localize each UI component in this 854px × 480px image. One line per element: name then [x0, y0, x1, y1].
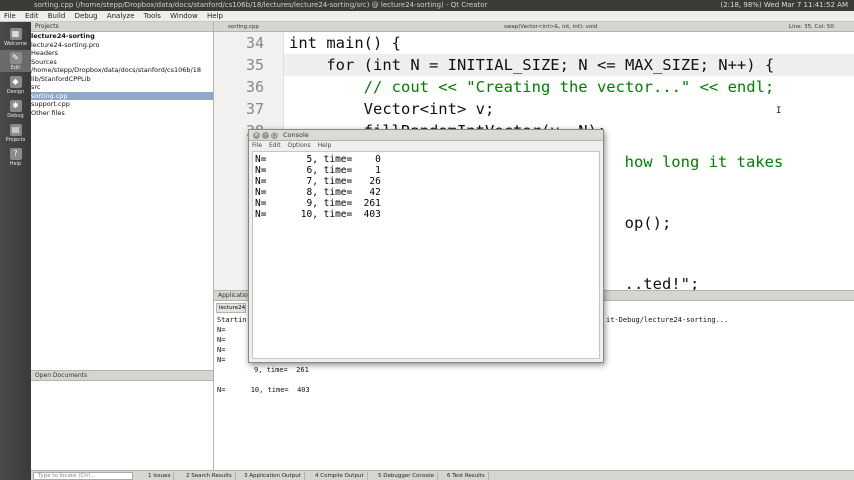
tab-debugger-console[interactable]: 5 Debugger Console [375, 472, 439, 480]
console-row: N= 5, time= 0 [255, 154, 381, 165]
editor-file-tab[interactable]: sorting.cpp [228, 22, 259, 32]
projects-icon: ▤ [9, 124, 22, 136]
qt-creator-window: sorting.cpp (/home/stepp/Dropbox/data/do… [0, 0, 854, 480]
console-row: N= 7, time= 26 [255, 176, 381, 187]
tree-item-folder[interactable]: /home/stepp/Dropbox/data/docs/stanford/c… [31, 66, 213, 75]
menu-debug[interactable]: Debug [75, 12, 98, 20]
output-start-path: it-Debug/lecture24-sorting... [606, 316, 729, 324]
output-line: N= [217, 326, 226, 334]
maximize-icon[interactable]: □ [271, 132, 278, 139]
tab-issues[interactable]: 1 Issues [145, 472, 175, 480]
tab-search-results[interactable]: 2 Search Results [183, 472, 236, 480]
output-line-9: 9, time= 261 [254, 366, 309, 374]
function-selector[interactable]: swap(Vector<int>&, int, int): void [504, 22, 597, 32]
menu-analyze[interactable]: Analyze [107, 12, 135, 20]
console-row: N= 9, time= 261 [255, 198, 381, 209]
open-documents-header: Open Documents [31, 371, 213, 381]
mode-design[interactable]: ◆ Design [0, 74, 31, 96]
output-line-10: N= 10, time= 403 [217, 386, 310, 394]
output-line: N= [217, 336, 226, 344]
mode-bar: ▦ Welcome ✎ Edit ◆ Design ✱ Debug ▤ Projects … [0, 22, 31, 480]
tree-item-headers[interactable]: Headers [31, 49, 213, 58]
menu-window[interactable]: Window [170, 12, 198, 20]
menu-help[interactable]: Help [207, 12, 223, 20]
menu-bar: File Edit Build Debug Analyze Tools Wind… [0, 11, 854, 22]
menu-build[interactable]: Build [48, 12, 66, 20]
projects-header: Projects [31, 22, 213, 32]
mode-edit[interactable]: ✎ Edit [0, 50, 31, 72]
tree-item-sources[interactable]: Sources [31, 58, 213, 67]
tree-item-lib[interactable]: lib/StanfordCPPLib [31, 75, 213, 84]
tree-item-support-cpp[interactable]: support.cpp [31, 100, 213, 109]
text-cursor-icon: I [776, 106, 782, 116]
mode-debug[interactable]: ✱ Debug [0, 98, 31, 120]
tab-compile-output[interactable]: 4 Compile Output [312, 472, 368, 480]
console-output[interactable]: N= 5, time= 0 N= 6, time= 1 N= 7, time= … [252, 151, 600, 359]
debug-icon: ✱ [9, 100, 22, 112]
console-row: N= 6, time= 1 [255, 165, 381, 176]
menu-tools[interactable]: Tools [144, 12, 161, 20]
menu-edit[interactable]: Edit [25, 12, 39, 20]
project-tree: lecture24-sorting lecture24-sorting.pro … [31, 32, 213, 117]
console-menu-help[interactable]: Help [318, 142, 332, 149]
line-number: 37 [245, 100, 264, 118]
help-icon: ? [9, 148, 22, 160]
code-line: int main() { [289, 34, 401, 52]
code-line: Vector<int> v; [289, 100, 495, 118]
status-bar: Type to locate (Ctrl... 1 Issues 2 Searc… [31, 470, 854, 480]
console-menu-options[interactable]: Options [288, 142, 311, 149]
tree-item-src[interactable]: src [31, 83, 213, 92]
output-line: N= [217, 346, 226, 354]
output-start: Startin [217, 316, 247, 324]
welcome-icon: ▦ [9, 28, 22, 40]
minimize-icon[interactable]: – [262, 132, 269, 139]
console-window: × – □ Console File Edit Options Help N= … [248, 129, 604, 363]
menu-file[interactable]: File [4, 12, 16, 20]
mode-projects[interactable]: ▤ Projects [0, 122, 31, 144]
projects-pane: Projects lecture24-sorting lecture24-sor… [31, 22, 214, 370]
tab-test-results[interactable]: 6 Test Results [444, 472, 489, 480]
mode-welcome[interactable]: ▦ Welcome [0, 26, 31, 48]
console-title-bar: × – □ Console [249, 130, 603, 141]
tab-application-output[interactable]: 3 Application Output [241, 472, 305, 480]
line-number: 34 [245, 34, 264, 52]
console-row: N= 10, time= 403 [255, 209, 381, 220]
console-menu-edit[interactable]: Edit [269, 142, 281, 149]
tree-item-sorting-cpp[interactable]: sorting.cpp [31, 91, 213, 100]
output-tab[interactable]: lecture24... [216, 303, 246, 313]
tree-item-project[interactable]: lecture24-sorting [31, 32, 213, 41]
console-menu-file[interactable]: File [252, 142, 262, 149]
close-icon[interactable]: × [253, 132, 260, 139]
system-tray: (2:18, 98%) Wed Mar 7 11:41:52 AM [720, 1, 848, 9]
code-line: for (int N = INITIAL_SIZE; N <= MAX_SIZE… [289, 56, 775, 74]
design-icon: ◆ [9, 76, 22, 88]
window-title: sorting.cpp (/home/stepp/Dropbox/data/do… [34, 1, 488, 9]
tree-item-pro[interactable]: lecture24-sorting.pro [31, 41, 213, 50]
output-line: N= [217, 356, 226, 364]
locator-input[interactable]: Type to locate (Ctrl... [33, 472, 133, 480]
console-row: N= 8, time= 42 [255, 187, 381, 198]
editor-toolbar: sorting.cpp swap(Vector<int>&, int, int)… [214, 22, 854, 32]
console-menu: File Edit Options Help [249, 141, 603, 150]
mode-help[interactable]: ? Help [0, 146, 31, 168]
open-documents-pane: Open Documents [31, 370, 214, 470]
tree-item-other-files[interactable]: Other files [31, 109, 213, 118]
cursor-position: Line: 35, Col: 50 [789, 24, 834, 30]
line-number: 36 [245, 78, 264, 96]
code-line: // cout << "Creating the vector..." << e… [289, 78, 775, 96]
edit-icon: ✎ [9, 52, 22, 64]
title-bar: sorting.cpp (/home/stepp/Dropbox/data/do… [0, 0, 854, 11]
line-number: 35 [245, 56, 264, 74]
console-title: Console [283, 131, 309, 139]
